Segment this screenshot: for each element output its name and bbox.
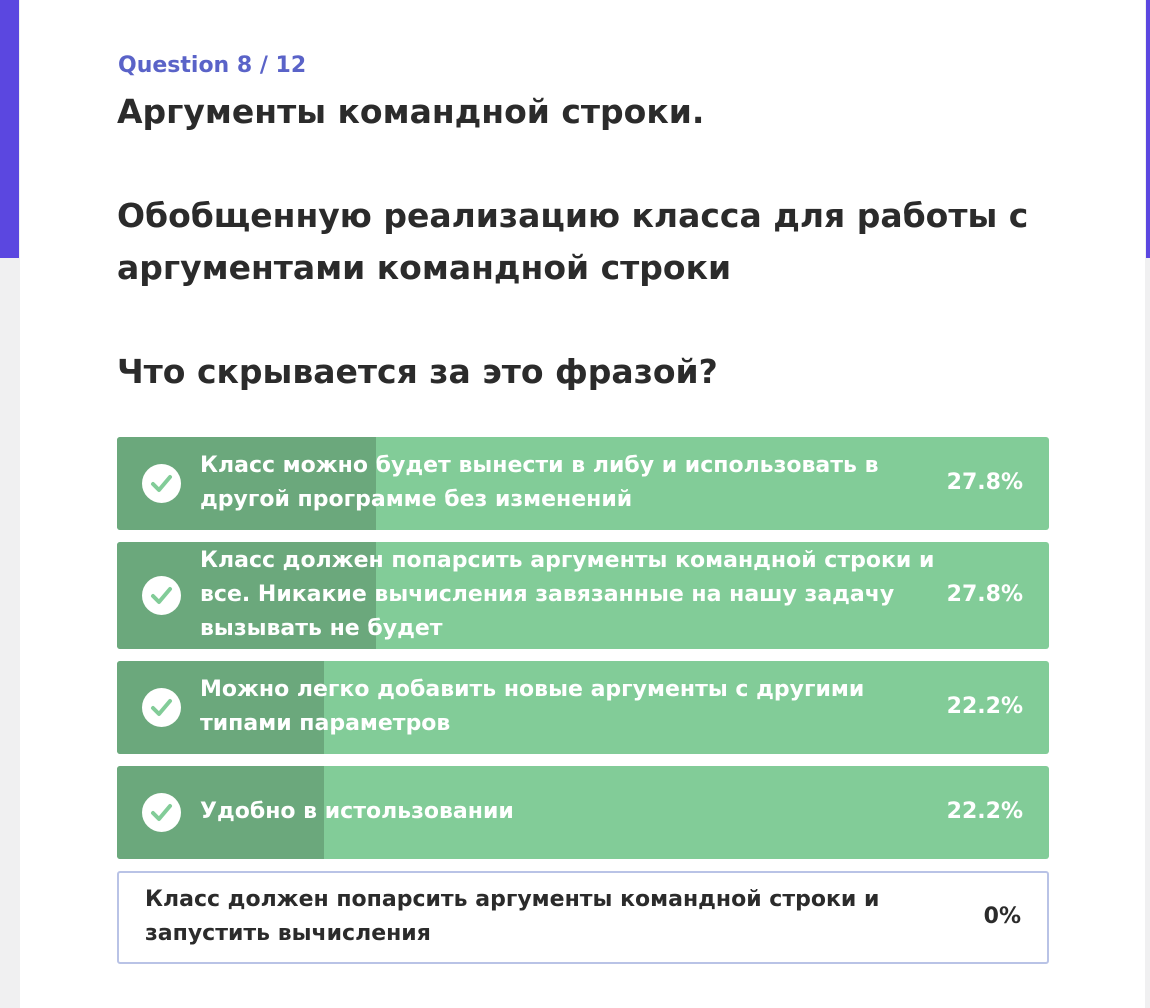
check-circle-icon xyxy=(142,576,181,615)
answer-option-line: другой программе без изменений xyxy=(200,487,633,512)
answer-option-text: Можно легко добавить новые аргументы с д… xyxy=(200,673,960,741)
answer-percent: 0% xyxy=(983,904,1021,929)
answer-option[interactable]: Класс можно будет вынести в либу и испол… xyxy=(117,437,1049,530)
question-body-line-1: Обобщенную реализацию класса для работы … xyxy=(117,196,1029,235)
answer-option-line: Класс можно будет вынести в либу и испол… xyxy=(200,453,879,478)
question-progress: Question 8 / 12 xyxy=(118,53,307,78)
question-spacer xyxy=(117,138,1057,190)
answer-option-text: Класс можно будет вынести в либу и испол… xyxy=(200,449,960,517)
question-body-line-2: аргументами командной строки xyxy=(117,248,732,287)
answer-option-line: типами параметров xyxy=(200,711,451,736)
answer-option-line: все. Никакие вычисления завязанные на на… xyxy=(200,582,895,607)
answer-option-line: Класс должен попарсить аргументы командн… xyxy=(200,548,935,573)
answer-option-line: Можно легко добавить новые аргументы с д… xyxy=(200,677,865,702)
answer-option[interactable]: Можно легко добавить новые аргументы с д… xyxy=(117,661,1049,754)
check-circle-icon xyxy=(142,793,181,832)
answer-percent: 22.2% xyxy=(946,799,1023,824)
question-title: Аргументы командной строки. xyxy=(117,92,705,131)
answer-percent: 27.8% xyxy=(946,582,1023,607)
answer-option-line: Удобно в истользовании xyxy=(200,799,514,824)
answer-percent: 22.2% xyxy=(946,694,1023,719)
question-spacer xyxy=(117,294,1057,346)
answer-option-line: вызывать не будет xyxy=(200,616,443,641)
question-prompt: Что скрывается за это фразой? xyxy=(117,352,718,391)
answer-percent: 27.8% xyxy=(946,470,1023,495)
answer-option[interactable]: Класс должен попарсить аргументы командн… xyxy=(117,871,1049,964)
left-accent-strip xyxy=(0,0,19,258)
answer-option-text: Класс должен попарсить аргументы командн… xyxy=(200,544,960,646)
answer-option-line: Класс должен попарсить аргументы командн… xyxy=(145,887,880,912)
answer-option[interactable]: Удобно в истользовании 22.2% xyxy=(117,766,1049,859)
question-text: Аргументы командной строки. Обобщенную р… xyxy=(117,86,1057,398)
check-circle-icon xyxy=(142,688,181,727)
answer-option-text: Класс должен попарсить аргументы командн… xyxy=(145,883,905,951)
check-circle-icon xyxy=(142,464,181,503)
answer-option-text: Удобно в истользовании xyxy=(200,795,960,829)
answer-option[interactable]: Класс должен попарсить аргументы командн… xyxy=(117,542,1049,649)
right-accent-strip xyxy=(1146,0,1150,258)
answer-option-line: запустить вычисления xyxy=(145,921,431,946)
